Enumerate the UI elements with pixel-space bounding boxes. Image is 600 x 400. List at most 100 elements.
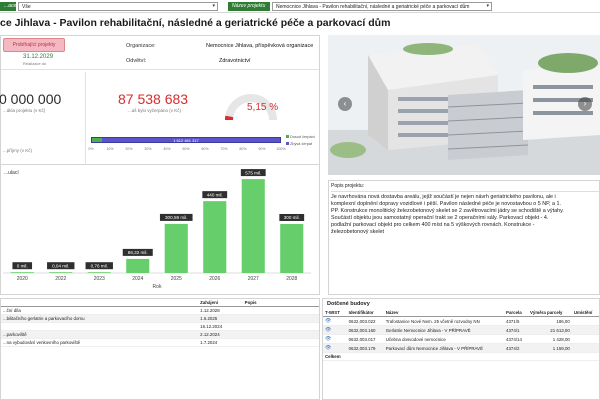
column-header[interactable]: Identifikátor: [346, 309, 384, 317]
project-description: Popis projektu: Je navrhována nová dosta…: [328, 180, 600, 295]
drawn-percent: 5,15 %: [247, 102, 279, 113]
chart-bar: [203, 201, 227, 273]
eye-icon[interactable]: 👁: [323, 334, 347, 344]
chart-bar: [126, 258, 150, 273]
description-text: Je navrhována nová dostavba areálu, její…: [331, 194, 564, 235]
eye-icon[interactable]: 👁: [323, 316, 347, 326]
filter-select-project[interactable]: Nemocnice Jihlava - Pavilon rehabilitačn…: [272, 2, 492, 11]
x-tick-label: 2020: [17, 276, 28, 282]
drawn-value: 87 538 683: [118, 91, 189, 107]
table-row[interactable]: 👁 0632,003.179 Parkovací dům Nemocnice Ji…: [323, 343, 599, 353]
data-label: 0,76 mil.: [91, 263, 108, 268]
milestones-table: Zahájení Popis ...ční díla 1.12.2028 ...b…: [1, 299, 319, 347]
project-image: ‹ ›: [328, 35, 600, 175]
filter-label-left: ...ace: [0, 2, 16, 11]
column-header[interactable]: Název: [383, 309, 505, 317]
organization-label: Organizace:: [126, 43, 156, 49]
table-row[interactable]: 👁 0632,003.160 Gerlatrie Nemocnice Jihlav…: [323, 325, 599, 335]
filter-select-left[interactable]: Vše ▾: [18, 2, 218, 11]
progress-tick-label: 70%: [220, 147, 228, 151]
table-row[interactable]: ...ční díla 1.12.2028: [1, 306, 319, 315]
eye-icon[interactable]: 👁: [323, 343, 347, 353]
column-header[interactable]: Parcela: [504, 309, 528, 317]
legend-remaining: Zbývá čerpat: [286, 142, 312, 146]
progress-tick-label: 50%: [182, 147, 190, 151]
eye-icon[interactable]: 👁: [323, 325, 347, 335]
data-label: 0 mil.: [17, 263, 28, 268]
data-label: 300 mil.: [284, 215, 300, 220]
organization-value: Nemocnice Jihlava, příspěvková organizac…: [206, 43, 314, 49]
chart-bar: [10, 272, 34, 273]
x-tick-label: 2023: [94, 276, 105, 282]
data-label: 440 mil.: [207, 192, 223, 197]
column-header[interactable]: Zahájení: [198, 299, 243, 307]
chart-bar: [280, 224, 304, 273]
column-header[interactable]: Výměra parcely: [527, 309, 572, 317]
divider: [85, 72, 86, 164]
chart-bar: [87, 272, 111, 273]
table-row[interactable]: 16.12.2024: [1, 322, 319, 331]
x-tick-label: 2024: [132, 276, 143, 282]
progress-tick-label: 30%: [144, 147, 152, 151]
table-row[interactable]: ...na vybudování venkovního parkoviště 1.…: [1, 338, 319, 347]
table-row[interactable]: 👁 0632,003.017 Učebna dosvodové nemocnice…: [323, 334, 599, 344]
total-cost-label: ...ákla projektu (v Kč): [3, 108, 46, 113]
data-label: 575 mil.: [245, 170, 261, 175]
image-prev-button[interactable]: ‹: [338, 97, 352, 111]
realization-date: 31.12.2029: [23, 54, 54, 60]
building-rendering-image: [328, 35, 600, 175]
progress-tick-label: 80%: [239, 147, 247, 151]
data-label: 300,59 mil.: [165, 215, 187, 220]
filter-select-left-value: Vše: [22, 4, 31, 10]
chevron-down-icon: ▾: [212, 3, 215, 9]
x-tick-label: 2026: [209, 276, 220, 282]
x-axis-title: Rok: [153, 284, 162, 290]
sector-value: Zdravotnictví: [219, 58, 251, 64]
chart-bar: [164, 223, 188, 273]
progress-tick-label: 40%: [163, 147, 171, 151]
table-row[interactable]: 👁 0632,003.022 Trafostanice Nové Nem. 25 …: [323, 316, 599, 326]
status-badge: Probíhající projekty: [3, 38, 65, 52]
progress-label: 1 612 461 317: [173, 138, 199, 143]
table-total-row: Celkem: [323, 352, 599, 361]
column-header[interactable]: T-WIST: [323, 309, 347, 317]
x-tick-label: 2027: [248, 276, 259, 282]
bar-chart-svg: 0 mil. 2020 0,04 mil. 2022 0,76 mil. 2023 86,3…: [3, 169, 311, 290]
chevron-down-icon: ▾: [486, 3, 489, 9]
progress-tick-label: 10%: [106, 147, 114, 151]
milestones-table-panel: Zahájení Popis ...ční díla 1.12.2028 ...b…: [0, 298, 320, 400]
progress-axis: 0% 10% 20% 30% 40% 50% 60% 70% 80% 90% 100%: [88, 147, 285, 153]
column-header[interactable]: [1, 299, 199, 307]
affected-buildings-table: T-WIST Identifikátor Název Parcela Výměr…: [323, 309, 599, 361]
description-title: Popis projektu:: [331, 183, 599, 192]
chart-bar: [49, 272, 73, 273]
x-tick-label: 2025: [171, 276, 182, 282]
progress-tick-label: 20%: [125, 147, 133, 151]
column-header[interactable]: Popis: [242, 299, 319, 307]
filter-label-project: Název projektu: [228, 2, 270, 11]
chart-bar: [241, 179, 265, 273]
column-header[interactable]: Umístění: [571, 309, 599, 317]
progress-tick-label: 100%: [276, 147, 286, 151]
affected-buildings-panel: Dotčené budovy T-WIST Identifikátor Náze…: [322, 298, 600, 400]
income-label: ...příjmy (v Kč): [3, 148, 32, 153]
x-tick-label: 2028: [286, 276, 297, 282]
progress-bar: 1 612 461 317: [91, 137, 281, 143]
drawn-label: ...aš bylo vyčerpáno (v Kč): [128, 108, 182, 113]
table-row[interactable]: ...bilitačního gerlatrie a parkovacího d…: [1, 314, 319, 323]
divider: [1, 69, 319, 70]
total-cost-value: 0 000 000: [0, 91, 62, 107]
filter-select-project-value: Nemocnice Jihlava - Pavilon rehabilitačn…: [276, 4, 470, 10]
sector-label: Odvětví:: [126, 58, 147, 64]
affected-buildings-title: Dotčené budovy: [327, 301, 370, 307]
x-tick-label: 2022: [55, 276, 66, 282]
data-label: 0,04 mil.: [52, 263, 69, 268]
image-next-button[interactable]: ›: [578, 97, 592, 111]
progress-tick-label: 90%: [258, 147, 266, 151]
legend-drawn: Dosud čerpání: [286, 135, 315, 139]
yearly-drawing-chart: ...ulací 0 mil. 2020 0,04 mil. 2022 0,76 mil…: [0, 165, 320, 295]
table-row[interactable]: ...parkoviště 2.12.2024: [1, 330, 319, 339]
realization-date-label: Realizace do: [23, 61, 47, 66]
progress-tick-label: 60%: [201, 147, 209, 151]
filter-bar: ...ace Vše ▾ Název projektu Nemocnice Ji…: [0, 0, 600, 13]
